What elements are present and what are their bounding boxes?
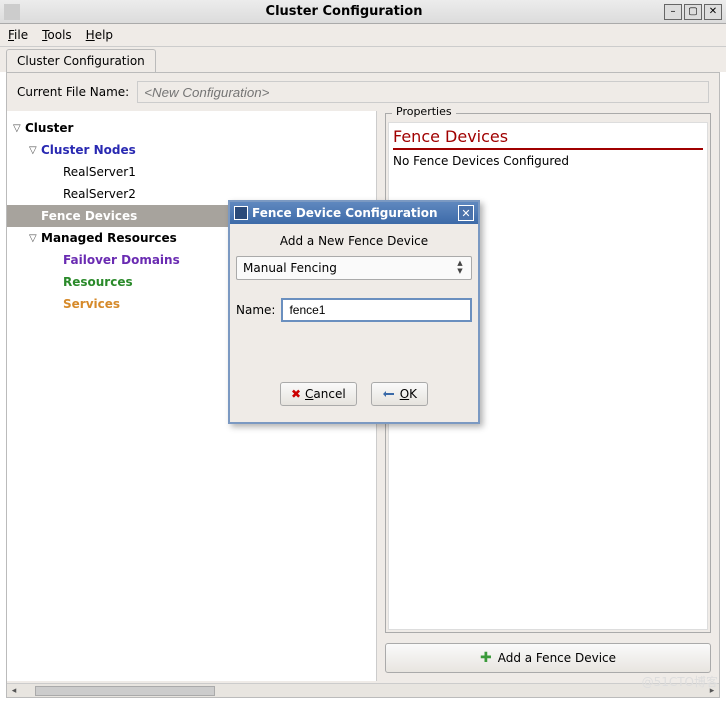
tree-label-node2: RealServer2	[63, 187, 136, 201]
name-label: Name:	[236, 303, 275, 317]
menu-help[interactable]: Help	[86, 28, 113, 42]
watermark: @51CTO博客	[642, 673, 718, 690]
tab-row: Cluster Configuration	[0, 47, 726, 72]
ok-button[interactable]: OK	[371, 382, 428, 406]
dialog-body: Add a New Fence Device Manual Fencing ▲▼…	[230, 224, 478, 422]
close-button[interactable]: ✕	[704, 4, 722, 20]
cancel-label: ancel	[313, 387, 345, 401]
tree-label-services: Services	[63, 297, 120, 311]
cancel-button[interactable]: ✖ Cancel	[280, 382, 357, 406]
properties-empty-msg: No Fence Devices Configured	[393, 154, 703, 168]
tree-label-failover: Failover Domains	[63, 253, 180, 267]
tree-label-cluster: Cluster	[25, 121, 73, 135]
properties-title: Fence Devices	[393, 127, 703, 150]
fence-name-input[interactable]	[281, 298, 472, 322]
dialog-titlebar[interactable]: Fence Device Configuration ✕	[230, 202, 478, 224]
tab-cluster-config[interactable]: Cluster Configuration	[6, 49, 156, 72]
fence-type-select[interactable]: Manual Fencing ▲▼	[236, 256, 472, 280]
ok-label: K	[409, 387, 417, 401]
menu-tools[interactable]: Tools	[42, 28, 72, 42]
add-button-label: Add a Fence Device	[498, 651, 616, 665]
dialog-close-button[interactable]: ✕	[458, 205, 474, 221]
tree-label-node1: RealServer1	[63, 165, 136, 179]
current-file-input[interactable]	[137, 81, 709, 103]
plus-icon: ✚	[480, 650, 492, 666]
window-title: Cluster Configuration	[26, 4, 662, 19]
tree-cluster-nodes[interactable]: ▽ Cluster Nodes	[7, 139, 376, 161]
menu-file[interactable]: File	[8, 28, 28, 42]
select-spinner-icon[interactable]: ▲▼	[453, 259, 467, 275]
app-icon	[4, 4, 20, 20]
select-value: Manual Fencing	[243, 261, 337, 275]
tree-root-cluster[interactable]: ▽ Cluster	[7, 117, 376, 139]
ok-icon	[382, 388, 396, 400]
maximize-button[interactable]: ▢	[684, 4, 702, 20]
dialog-icon	[234, 206, 248, 220]
tree-node-realserver1[interactable]: RealServer1	[7, 161, 376, 183]
file-label: Current File Name:	[17, 85, 129, 99]
fence-device-config-dialog: Fence Device Configuration ✕ Add a New F…	[228, 200, 480, 424]
minimize-button[interactable]: –	[664, 4, 682, 20]
dialog-heading: Add a New Fence Device	[236, 234, 472, 248]
toggle-icon[interactable]: ▽	[29, 233, 41, 244]
cancel-icon: ✖	[291, 387, 301, 401]
horizontal-scrollbar[interactable]: ◂ ▸	[7, 683, 719, 697]
scroll-left-icon[interactable]: ◂	[7, 686, 21, 696]
toggle-icon[interactable]: ▽	[29, 145, 41, 156]
window-titlebar: Cluster Configuration – ▢ ✕	[0, 0, 726, 24]
properties-legend: Properties	[392, 105, 456, 118]
tree-label-resources: Resources	[63, 275, 133, 289]
dialog-title: Fence Device Configuration	[252, 206, 458, 220]
toggle-icon[interactable]: ▽	[13, 123, 25, 134]
menubar: File Tools Help	[0, 24, 726, 47]
add-fence-device-button[interactable]: ✚ Add a Fence Device	[385, 643, 711, 673]
scroll-thumb[interactable]	[35, 686, 215, 696]
tree-label-fence: Fence Devices	[41, 209, 137, 223]
file-row: Current File Name:	[7, 73, 719, 111]
tree-label-managed: Managed Resources	[41, 231, 177, 245]
tree-label-nodes: Cluster Nodes	[41, 143, 136, 157]
